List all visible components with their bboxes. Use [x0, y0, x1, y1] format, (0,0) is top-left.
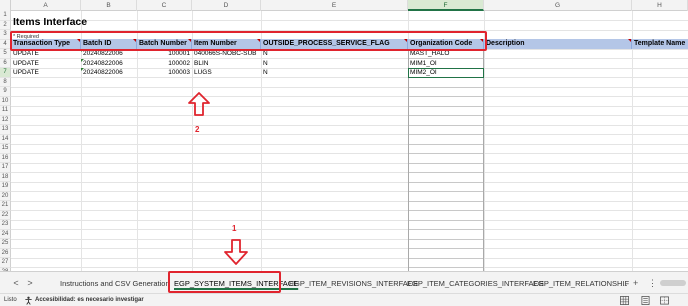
column-header-g[interactable]: G [484, 0, 632, 11]
row-header-20[interactable]: 20 [0, 191, 11, 201]
cell-a6[interactable]: UPDATE [11, 59, 81, 69]
row-header-26[interactable]: 26 [0, 248, 11, 258]
add-sheet-button[interactable]: + [633, 275, 638, 291]
row-header-11[interactable]: 11 [0, 106, 11, 116]
spreadsheet-grid[interactable]: A B C D E F G H 1 2 3 4 5 6 7 8 9 10 11 12 13 14 15 16 1… [0, 0, 688, 271]
row-header-19[interactable]: 19 [0, 182, 11, 192]
row-header-17[interactable]: 17 [0, 163, 11, 173]
row-header-12[interactable]: 12 [0, 115, 11, 125]
column-header-e[interactable]: E [261, 0, 408, 11]
cell-e7[interactable]: N [261, 68, 408, 78]
annotation-label-1: 1 [232, 224, 237, 233]
column-header-c[interactable]: C [137, 0, 192, 11]
row-header-9[interactable]: 9 [0, 87, 11, 97]
annotation-box-active-tab [168, 271, 281, 293]
header-description[interactable]: Description [484, 39, 632, 49]
row-header-18[interactable]: 18 [0, 172, 11, 182]
tab-egp-item-revisions-interface[interactable]: EGP_ITEM_REVISIONS_INTERFACE [289, 276, 418, 292]
cell-e6[interactable]: N [261, 59, 408, 69]
status-ready: Listo [4, 297, 17, 303]
row-header-14[interactable]: 14 [0, 134, 11, 144]
tab-egp-item-relationship[interactable]: EGP_ITEM_RELATIONSHIF [533, 276, 629, 292]
row-header-1[interactable]: 1 [0, 11, 11, 21]
cell-a7[interactable]: UPDATE [11, 68, 81, 78]
comment-flag-icon [628, 39, 631, 42]
row-header-2[interactable]: 2 [0, 20, 11, 30]
cell-c6[interactable]: 100002 [137, 59, 192, 69]
row-header-10[interactable]: 10 [0, 96, 11, 106]
column-header-a[interactable]: A [11, 0, 81, 11]
tab-scroll-right-button[interactable]: > [24, 275, 36, 291]
column-header-d[interactable]: D [192, 0, 261, 11]
cell-b6[interactable]: 20240822006 [81, 58, 137, 69]
down-arrow-icon [224, 239, 248, 265]
row-header-21[interactable]: 21 [0, 201, 11, 211]
accessibility-status[interactable]: Accesibilidad: es necesario investigar [35, 294, 144, 306]
horizontal-scrollbar[interactable] [660, 280, 686, 286]
tab-instructions-csv-generation[interactable]: Instructions and CSV Generation [60, 276, 170, 292]
more-sheets-button[interactable]: ... [620, 275, 628, 291]
row-header-6[interactable]: 6 [0, 58, 11, 68]
active-cell-selection[interactable] [408, 67, 484, 78]
header-label: Template Name [634, 40, 686, 47]
column-header-h[interactable]: H [632, 0, 688, 11]
cell-c7[interactable]: 100003 [137, 68, 192, 78]
column-header-f[interactable]: F [408, 0, 484, 11]
cell-d7[interactable]: LUGS [192, 68, 261, 78]
row-header-15[interactable]: 15 [0, 144, 11, 154]
tab-egp-item-categories-interface[interactable]: EGP_ITEM_CATEGORIES_INTERFACE [407, 276, 544, 292]
row-header-24[interactable]: 24 [0, 229, 11, 239]
header-template-name[interactable]: Template Name [632, 39, 688, 49]
up-arrow-icon [188, 92, 210, 116]
cell-b7[interactable]: 20240822006 [81, 68, 137, 78]
normal-view-icon[interactable] [620, 296, 629, 305]
column-header-bar: A B C D E F G H [0, 0, 688, 11]
page-break-view-icon[interactable] [660, 296, 669, 305]
row-header-25[interactable]: 25 [0, 239, 11, 249]
row-header-7[interactable]: 7 [0, 68, 11, 78]
row-header-5[interactable]: 5 [0, 49, 11, 59]
row-header-13[interactable]: 13 [0, 125, 11, 135]
tab-scroll-left-button[interactable]: < [10, 275, 22, 291]
page-layout-view-icon[interactable] [641, 296, 650, 305]
organization-code-column-cells [408, 49, 484, 271]
sheet-title: Items Interface [13, 16, 88, 28]
annotation-box-headers [10, 31, 487, 51]
header-label: Description [486, 40, 525, 47]
row-header-27[interactable]: 27 [0, 258, 11, 268]
row-header-22[interactable]: 22 [0, 210, 11, 220]
sheet-tabs-bar: < > Instructions and CSV Generation EGP_… [0, 271, 688, 293]
row-header-8[interactable]: 8 [0, 77, 11, 87]
accessibility-icon[interactable] [24, 296, 33, 305]
row-header-23[interactable]: 23 [0, 220, 11, 230]
select-all-corner[interactable] [0, 0, 11, 11]
annotation-label-2: 2 [195, 125, 200, 134]
row-header-16[interactable]: 16 [0, 153, 11, 163]
cell-d6[interactable]: BLIN [192, 59, 261, 69]
status-bar: Listo Accesibilidad: es necesario invest… [0, 293, 688, 306]
sheet-options-button[interactable]: ⋮ [648, 275, 657, 291]
cell-area[interactable]: Items Interface * Required Transaction T… [10, 11, 688, 271]
column-header-b[interactable]: B [81, 0, 137, 11]
